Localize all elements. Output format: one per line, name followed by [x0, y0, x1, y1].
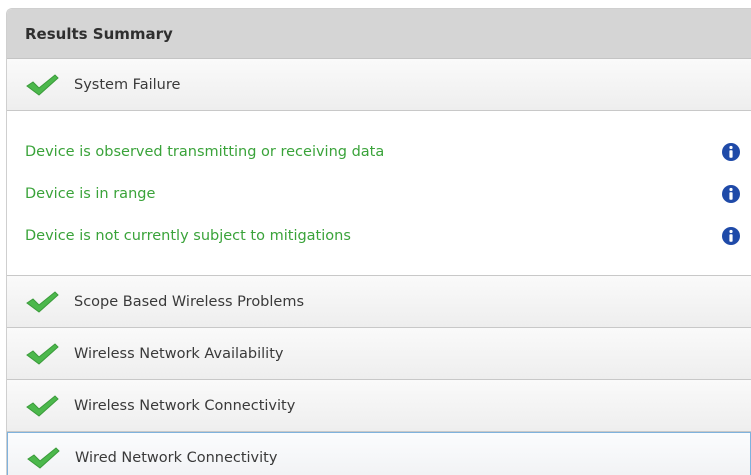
system-failure-details: Device is observed transmitting or recei… [7, 111, 751, 276]
section-label: Wireless Network Availability [74, 345, 284, 362]
section-label: Wireless Network Connectivity [74, 397, 296, 414]
section-label: Wired Network Connectivity [75, 450, 278, 466]
detail-item: Device is observed transmitting or recei… [7, 131, 751, 173]
detail-text: Device is in range [25, 186, 156, 202]
green-checkmark-icon [26, 290, 59, 313]
detail-item: Device is not currently subject to mitig… [7, 215, 751, 257]
section-label: System Failure [74, 76, 181, 93]
results-summary-panel: Results Summary System Failure Device is… [6, 8, 751, 475]
green-checkmark-icon [27, 447, 60, 469]
panel-header: Results Summary [7, 9, 751, 59]
section-label: Scope Based Wireless Problems [74, 293, 305, 310]
green-checkmark-icon [26, 342, 59, 365]
detail-text: Device is observed transmitting or recei… [25, 144, 385, 160]
section-scope-based-wireless-problems[interactable]: Scope Based Wireless Problems [7, 276, 751, 328]
section-wireless-network-connectivity[interactable]: Wireless Network Connectivity [7, 380, 751, 432]
section-system-failure[interactable]: System Failure [7, 59, 751, 111]
info-icon[interactable] [721, 184, 741, 204]
panel-title: Results Summary [25, 24, 173, 43]
info-icon[interactable] [721, 142, 741, 162]
green-checkmark-icon [26, 73, 59, 96]
detail-text: Device is not currently subject to mitig… [25, 228, 351, 244]
detail-item: Device is in range [7, 173, 751, 215]
section-wired-network-connectivity[interactable]: Wired Network Connectivity [7, 432, 751, 475]
section-wireless-network-availability[interactable]: Wireless Network Availability [7, 328, 751, 380]
info-icon[interactable] [721, 226, 741, 246]
green-checkmark-icon [26, 394, 59, 417]
